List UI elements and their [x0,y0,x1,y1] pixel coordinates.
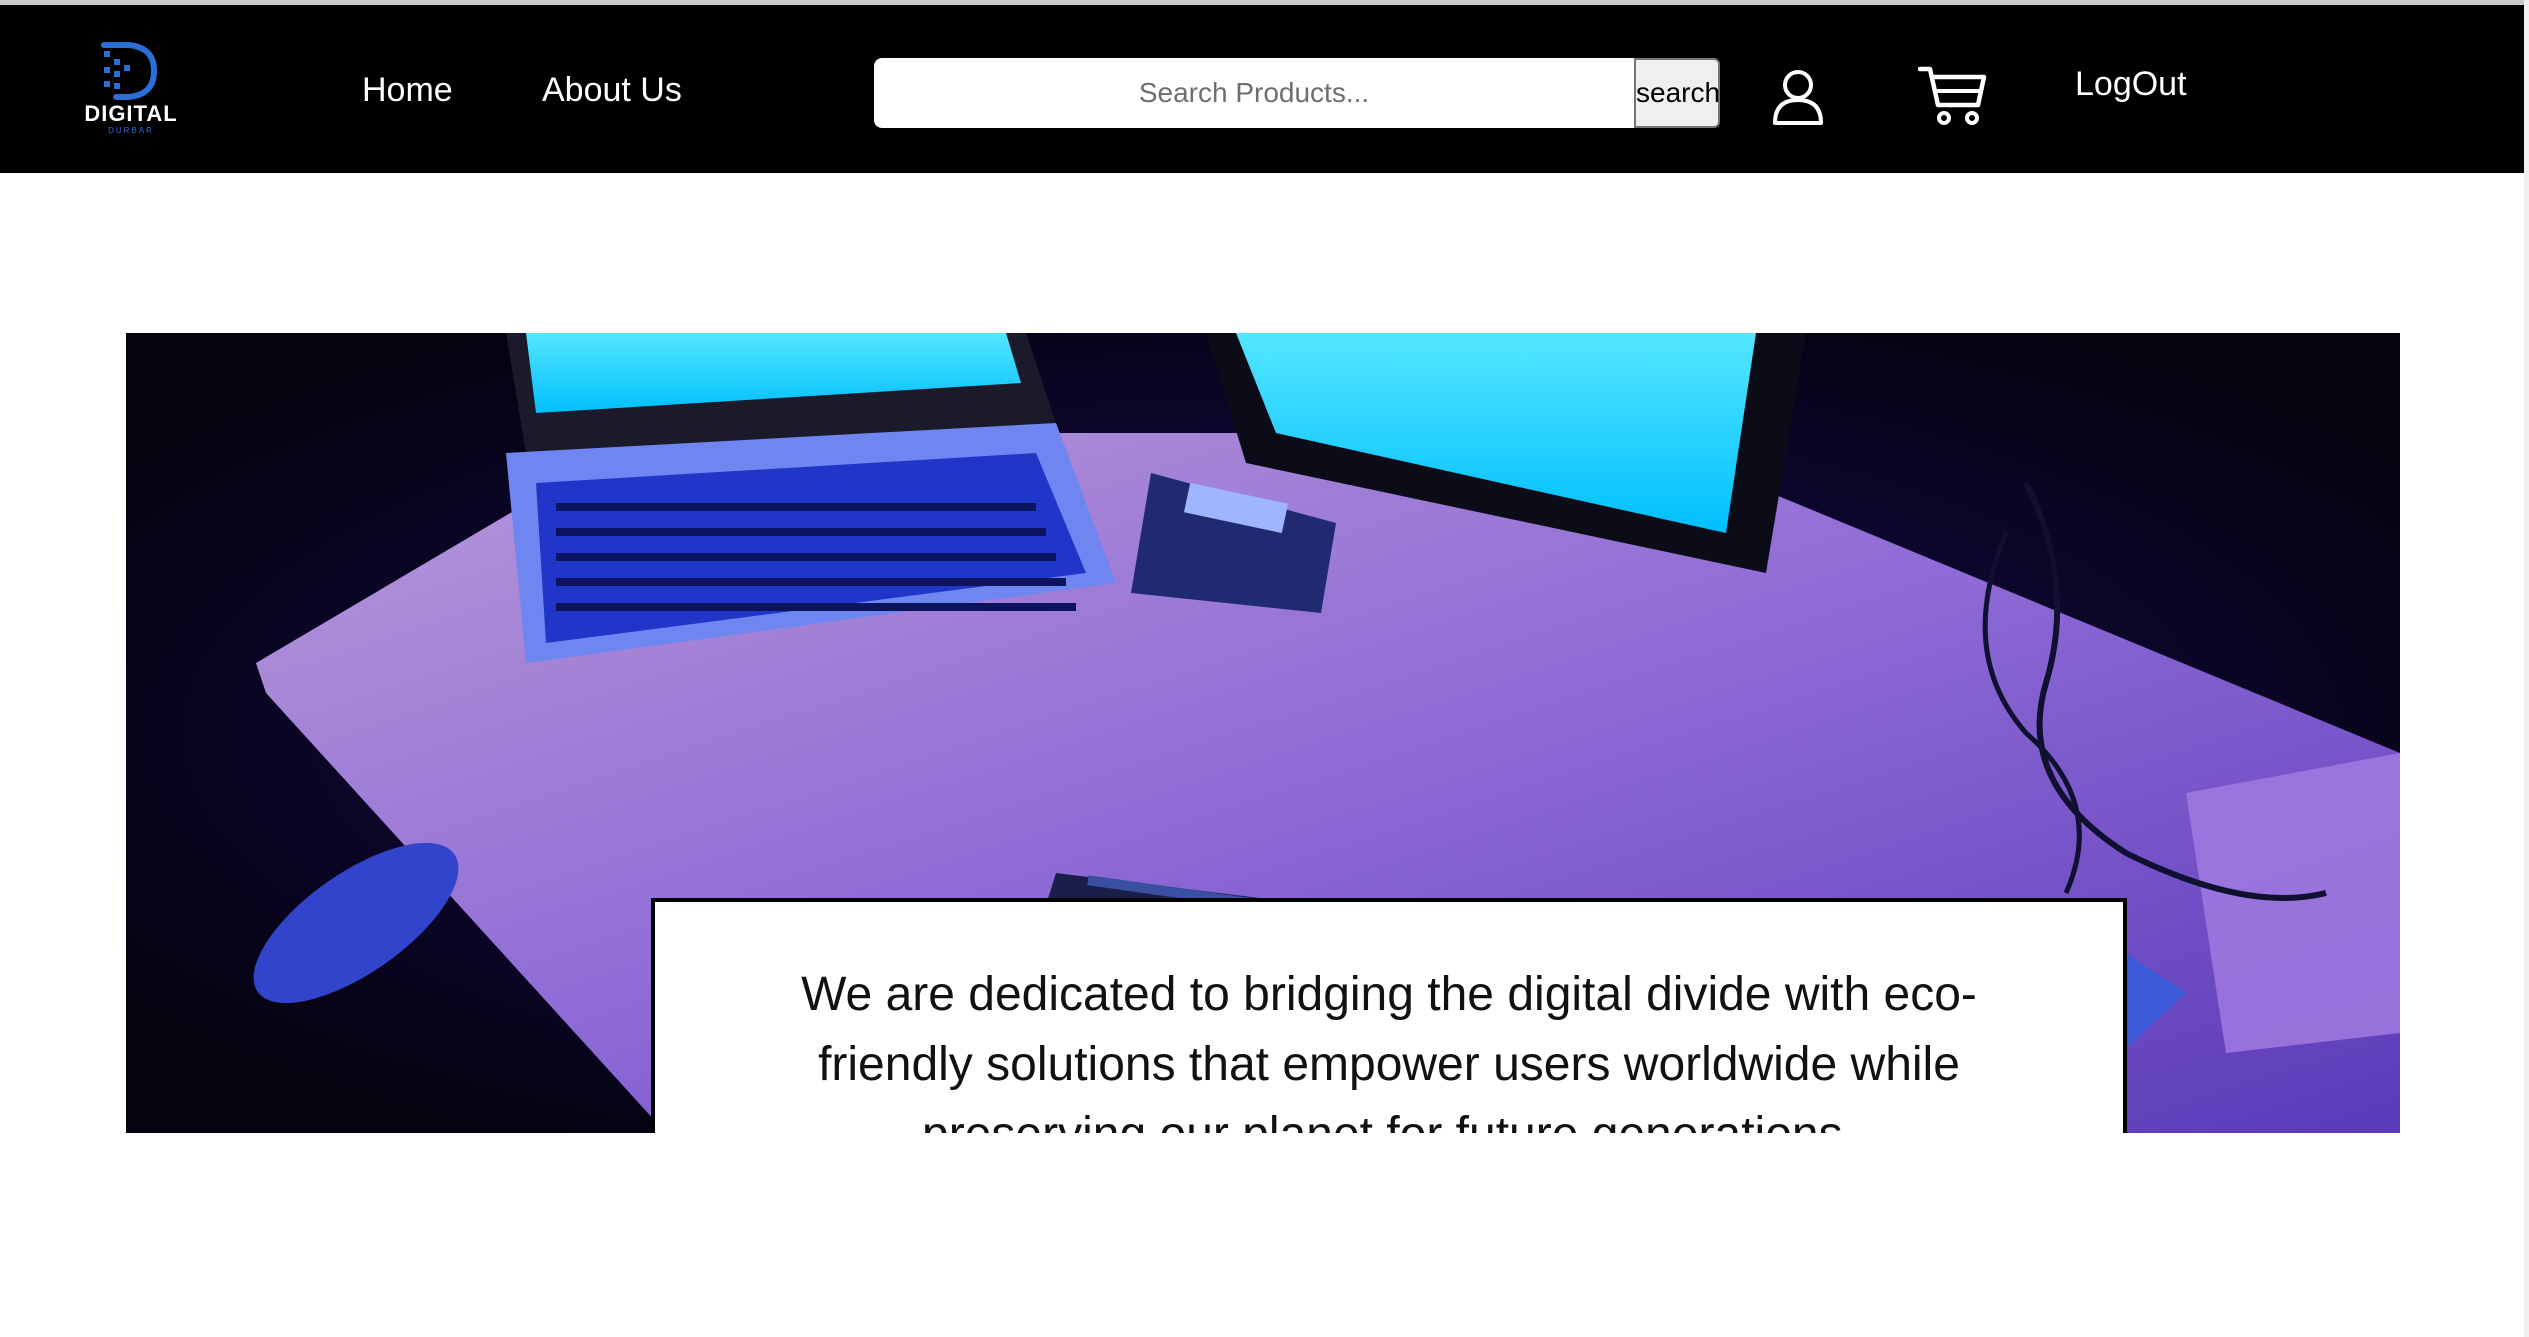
search-input[interactable] [874,58,1634,128]
logo-wordmark: DIGITAL [84,101,178,126]
cart-icon[interactable] [1917,63,1988,127]
user-icon[interactable] [1770,67,1826,127]
navbar: DIGITAL DURBAR Home About Us search LogO… [0,5,2524,173]
hero-banner: We are dedicated to bridging the digital… [126,333,2400,1133]
mission-statement-text: We are dedicated to bridging the digital… [801,968,1977,1133]
digital-d-logo-icon [101,42,158,100]
logo[interactable]: DIGITAL DURBAR [76,41,186,141]
scrollbar[interactable] [2524,0,2529,1337]
logo-subtext: DURBAR [108,126,154,135]
nav-about-us-link[interactable]: About Us [542,71,682,110]
nav-home-link[interactable]: Home [362,71,453,110]
logout-link[interactable]: LogOut [2075,65,2187,104]
mission-statement-box: We are dedicated to bridging the digital… [651,898,2127,1133]
search-button[interactable]: search [1634,58,1720,128]
